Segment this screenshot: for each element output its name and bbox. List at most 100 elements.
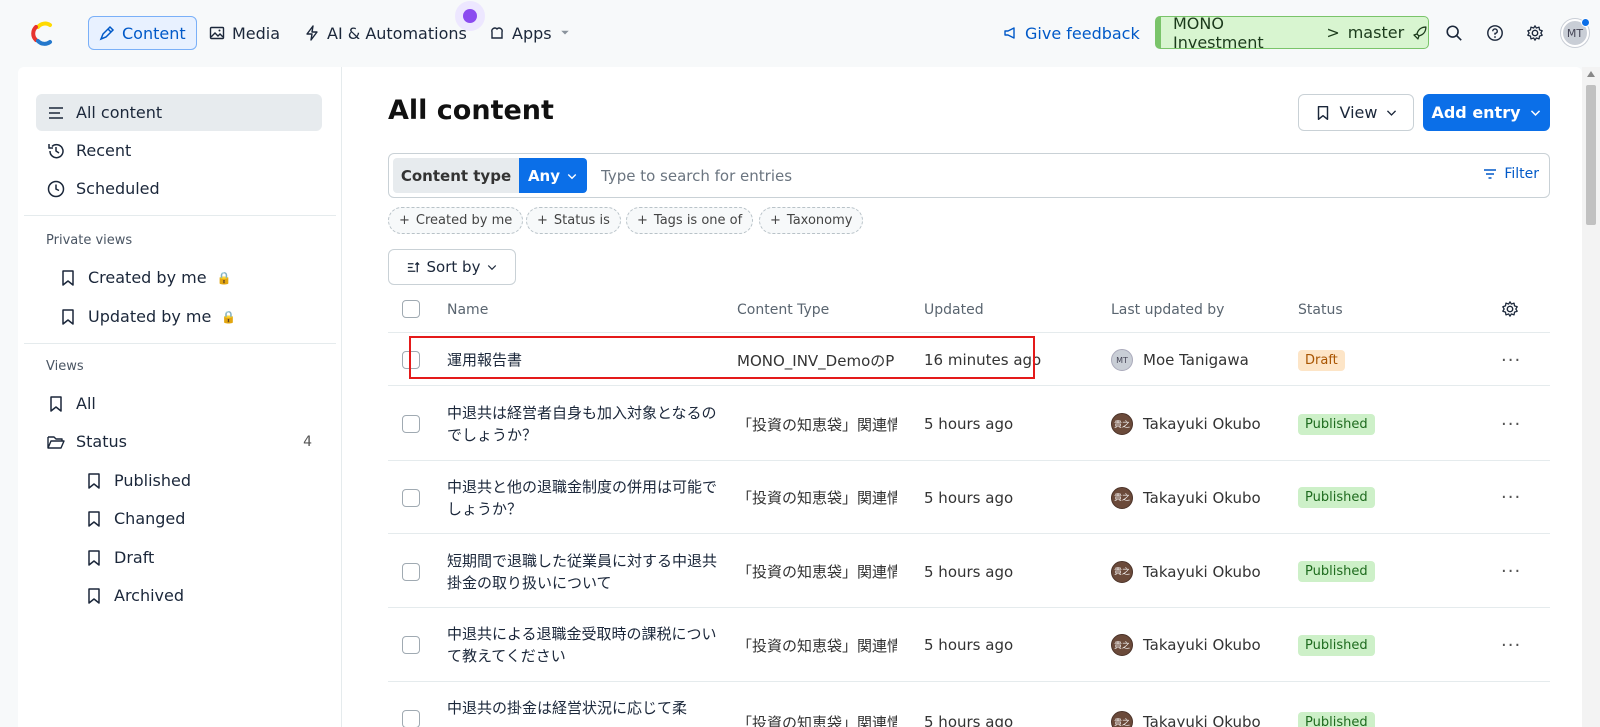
status-badge: Published	[1298, 487, 1375, 508]
table-row[interactable]: 中退共による退職金受取時の課税について教えてください 「投資の知恵袋」関連情報 …	[388, 608, 1550, 682]
entry-updated: 5 hours ago	[924, 488, 1014, 507]
entry-last-updated-by: 貴之 Takayuki Okubo	[1111, 535, 1261, 608]
nav-media[interactable]: Media	[199, 16, 290, 50]
lightning-icon	[306, 25, 318, 41]
row-checkbox[interactable]	[402, 563, 420, 581]
sidebar-item-published[interactable]: Published	[74, 462, 322, 499]
user-name: Moe Tanigawa	[1143, 351, 1249, 369]
search-button[interactable]	[1443, 22, 1465, 44]
scrollbar[interactable]	[1582, 67, 1600, 727]
column-header-status[interactable]: Status	[1298, 302, 1343, 318]
select-all-checkbox[interactable]	[402, 300, 420, 318]
entry-name[interactable]: 中退共と他の退職金制度の併用は可能でしょうか？	[447, 461, 717, 534]
column-header-content-type[interactable]: Content Type	[737, 302, 829, 318]
status-badge: Published	[1298, 711, 1375, 727]
bookmark-icon	[62, 308, 74, 325]
table-row[interactable]: 中退共の掛金は経営状況に応じて柔 「投資の知恵袋」関連情報 5 hours ag…	[388, 682, 1550, 727]
chevron-down-icon	[488, 265, 497, 271]
sort-by-button[interactable]: Sort by	[388, 249, 516, 285]
settings-button[interactable]	[1524, 22, 1546, 44]
table-row[interactable]: 中退共と他の退職金制度の併用は可能でしょうか？ 「投資の知恵袋」関連情報 5 h…	[388, 461, 1550, 534]
search-input[interactable]	[601, 162, 1401, 190]
nav-ai-automations[interactable]: AI & Automations	[294, 16, 477, 50]
column-header-name[interactable]: Name	[447, 302, 488, 318]
nav-apps[interactable]: Apps	[479, 16, 581, 50]
user-avatar: 貴之	[1111, 560, 1133, 583]
filter-pill-taxonomy[interactable]: + Taxonomy	[759, 207, 864, 234]
chevron-down-icon	[1387, 110, 1397, 116]
filter-pill-status-is[interactable]: + Status is	[526, 207, 621, 234]
row-checkbox[interactable]	[402, 489, 420, 507]
row-checkbox[interactable]	[402, 415, 420, 433]
row-checkbox[interactable]	[402, 636, 420, 654]
entry-content-type: 「投資の知恵袋」関連情報	[737, 713, 897, 727]
sidebar-item-archived[interactable]: Archived	[74, 577, 322, 614]
nav-apps-label: Apps	[512, 23, 552, 43]
sort-by-label: Sort by	[426, 258, 481, 276]
row-checkbox[interactable]	[402, 710, 420, 727]
filter-icon	[1484, 169, 1497, 179]
nav-ai-label: AI & Automations	[327, 23, 467, 43]
table-header: Name Content Type Updated Last updated b…	[388, 287, 1550, 333]
nav-content[interactable]: Content	[88, 16, 197, 50]
contentful-logo-icon[interactable]	[28, 18, 58, 48]
lock-icon: 🔒	[221, 309, 237, 324]
filter-pill-tags[interactable]: + Tags is one of	[626, 207, 754, 234]
add-entry-button[interactable]: Add entry	[1423, 94, 1550, 131]
sidebar-label: All content	[76, 103, 163, 122]
entry-last-updated-by: MT Moe Tanigawa	[1111, 334, 1249, 386]
column-header-updated[interactable]: Updated	[924, 302, 984, 318]
page-title: All content	[388, 95, 554, 126]
row-more-options-icon[interactable]: ···	[1501, 608, 1521, 682]
sidebar-item-all-content[interactable]: All content	[36, 94, 322, 131]
user-avatar[interactable]: MT	[1561, 18, 1590, 47]
entry-name[interactable]: 中退共は経営者自身も加入対象となるのでしょうか？	[447, 387, 717, 461]
help-button[interactable]	[1484, 22, 1506, 44]
give-feedback-link[interactable]: Give feedback	[1003, 20, 1140, 46]
table-row[interactable]: 中退共は経営者自身も加入対象となるのでしょうか？ 「投資の知恵袋」関連情報 5 …	[388, 387, 1550, 461]
scrollbar-thumb[interactable]	[1586, 85, 1596, 225]
filter-pill-created-by-me[interactable]: + Created by me	[388, 207, 524, 234]
sidebar-label: Archived	[114, 586, 185, 605]
row-more-options-icon[interactable]: ···	[1501, 387, 1521, 461]
list-icon	[49, 106, 63, 119]
table-row[interactable]: 短期間で退職した従業員に対する中退共掛金の取り扱いについて 「投資の知恵袋」関連…	[388, 535, 1550, 608]
column-settings-gear-icon[interactable]	[1501, 300, 1519, 318]
sidebar-item-updated-by-me[interactable]: Updated by me 🔒	[48, 298, 322, 335]
entry-status: Published	[1298, 608, 1375, 682]
plus-icon: +	[637, 213, 648, 228]
sidebar-item-draft[interactable]: Draft	[74, 539, 322, 576]
bookmark-icon	[88, 472, 100, 489]
status-badge: Published	[1298, 634, 1375, 656]
pill-label: Taxonomy	[786, 213, 853, 228]
avatar-notification-dot	[1581, 18, 1590, 27]
row-more-options-icon[interactable]: ···	[1501, 535, 1521, 608]
user-name: Takayuki Okubo	[1143, 562, 1261, 581]
caret-down-icon	[560, 30, 569, 35]
sidebar-item-changed[interactable]: Changed	[74, 500, 322, 537]
entry-name[interactable]: 短期間で退職した従業員に対する中退共掛金の取り扱いについて	[447, 535, 717, 608]
sidebar-item-scheduled[interactable]: Scheduled	[36, 170, 322, 207]
entry-content-type: 「投資の知恵袋」関連情報	[737, 489, 897, 507]
filter-button[interactable]: Filter	[1482, 166, 1539, 182]
sidebar-item-recent[interactable]: Recent	[36, 132, 322, 169]
content-type-select[interactable]: Any	[519, 158, 587, 193]
content-area: All content View Add entry Content type …	[343, 67, 1582, 727]
user-avatar: MT	[1111, 349, 1133, 371]
sidebar-item-created-by-me[interactable]: Created by me 🔒	[48, 259, 322, 296]
space-environment-switcher[interactable]: MONO Investment > master	[1155, 14, 1429, 52]
row-more-options-icon[interactable]: ···	[1501, 334, 1521, 386]
view-button[interactable]: View	[1298, 94, 1414, 131]
sidebar-item-status[interactable]: Status 4	[36, 423, 322, 460]
column-header-last-updated-by[interactable]: Last updated by	[1111, 302, 1224, 318]
selected-row-highlight	[409, 336, 1035, 379]
sidebar-item-all[interactable]: All	[36, 385, 322, 422]
row-more-options-icon[interactable]: ···	[1501, 461, 1521, 534]
megaphone-icon	[1004, 27, 1015, 39]
entry-last-updated-by: 貴之 Takayuki Okubo	[1111, 387, 1261, 461]
entry-last-updated-by: 貴之 Takayuki Okubo	[1111, 608, 1261, 682]
entry-name[interactable]: 中退共の掛金は経営状況に応じて柔	[447, 697, 717, 719]
entry-name[interactable]: 中退共による退職金受取時の課税について教えてください	[447, 608, 717, 682]
private-views-heading: Private views	[46, 233, 133, 248]
scroll-up-arrow-icon[interactable]	[1587, 71, 1595, 77]
